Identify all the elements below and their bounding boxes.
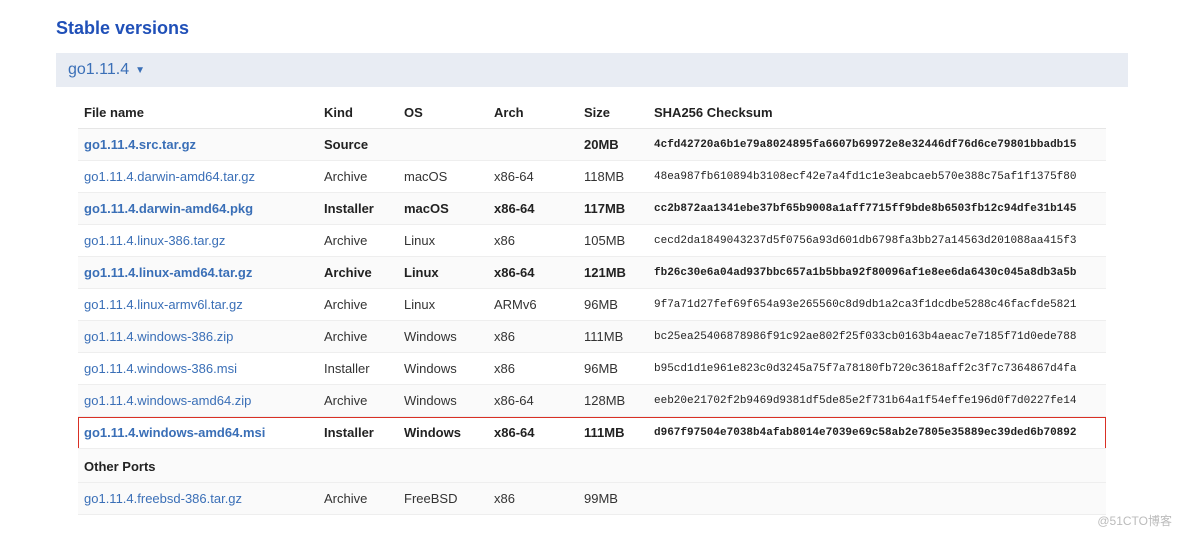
cell-size: 128MB — [578, 385, 648, 417]
cell-arch: x86 — [488, 483, 578, 515]
cell-kind: Installer — [318, 417, 398, 449]
file-link[interactable]: go1.11.4.linux-armv6l.tar.gz — [84, 297, 243, 312]
table-row: go1.11.4.darwin-amd64.tar.gz ArchivemacOS… — [78, 161, 1106, 193]
col-size: Size — [578, 97, 648, 129]
table-row: go1.11.4.linux-amd64.tar.gz ArchiveLinuxx… — [78, 257, 1106, 289]
cell-checksum: b95cd1d1e961e823c0d3245a75f7a78180fb720c… — [648, 353, 1106, 385]
file-link[interactable]: go1.11.4.src.tar.gz — [84, 137, 196, 152]
cell-kind: Archive — [318, 385, 398, 417]
cell-checksum: bc25ea25406878986f91c92ae802f25f033cb016… — [648, 321, 1106, 353]
cell-arch: x86 — [488, 321, 578, 353]
file-link[interactable]: go1.11.4.freebsd-386.tar.gz — [84, 491, 242, 506]
cell-kind: Installer — [318, 353, 398, 385]
cell-size: 96MB — [578, 289, 648, 321]
cell-size: 105MB — [578, 225, 648, 257]
cell-size: 20MB — [578, 129, 648, 161]
version-selector[interactable]: go1.11.4 ▼ — [56, 53, 1128, 87]
cell-kind: Installer — [318, 193, 398, 225]
cell-checksum: d967f97504e7038b4afab8014e7039e69c58ab2e… — [648, 417, 1106, 449]
file-link[interactable]: go1.11.4.windows-amd64.zip — [84, 393, 251, 408]
file-link[interactable]: go1.11.4.darwin-amd64.tar.gz — [84, 169, 255, 184]
stable-versions-heading: Stable versions — [56, 18, 1128, 39]
other-ports-subhead: Other Ports — [78, 449, 1106, 483]
cell-arch: x86-64 — [488, 193, 578, 225]
cell-checksum: 48ea987fb610894b3108ecf42e7a4fd1c1e3eabc… — [648, 161, 1106, 193]
cell-arch: x86-64 — [488, 417, 578, 449]
file-link[interactable]: go1.11.4.windows-386.msi — [84, 361, 237, 376]
cell-checksum: eeb20e21702f2b9469d9381df5de85e2f731b64a… — [648, 385, 1106, 417]
cell-checksum: 9f7a71d27fef69f654a93e265560c8d9db1a2ca3… — [648, 289, 1106, 321]
cell-os: Linux — [398, 225, 488, 257]
cell-arch: x86-64 — [488, 257, 578, 289]
file-link[interactable]: go1.11.4.windows-386.zip — [84, 329, 233, 344]
table-header-row: File name Kind OS Arch Size SHA256 Check… — [78, 97, 1106, 129]
cell-size: 117MB — [578, 193, 648, 225]
other-ports-label: Other Ports — [78, 449, 1106, 483]
table-row: go1.11.4.windows-386.zip ArchiveWindowsx8… — [78, 321, 1106, 353]
table-row: go1.11.4.windows-amd64.zip ArchiveWindows… — [78, 385, 1106, 417]
cell-arch: ARMv6 — [488, 289, 578, 321]
table-row: go1.11.4.darwin-amd64.pkg InstallermacOSx… — [78, 193, 1106, 225]
cell-os: Windows — [398, 417, 488, 449]
cell-size: 111MB — [578, 417, 648, 449]
cell-os: Windows — [398, 385, 488, 417]
cell-size: 111MB — [578, 321, 648, 353]
version-selector-label: go1.11.4 — [68, 61, 129, 79]
table-row: go1.11.4.freebsd-386.tar.gz ArchiveFreeBS… — [78, 483, 1106, 515]
cell-arch — [488, 129, 578, 161]
file-link[interactable]: go1.11.4.linux-386.tar.gz — [84, 233, 225, 248]
cell-checksum: fb26c30e6a04ad937bbc657a1b5bba92f80096af… — [648, 257, 1106, 289]
cell-os: Linux — [398, 257, 488, 289]
cell-kind: Archive — [318, 225, 398, 257]
downloads-table: File name Kind OS Arch Size SHA256 Check… — [78, 97, 1106, 515]
cell-checksum: 4cfd42720a6b1e79a8024895fa6607b69972e8e3… — [648, 129, 1106, 161]
table-row: go1.11.4.linux-armv6l.tar.gz ArchiveLinux… — [78, 289, 1106, 321]
cell-os: Windows — [398, 321, 488, 353]
col-file: File name — [78, 97, 318, 129]
col-chk: SHA256 Checksum — [648, 97, 1106, 129]
file-link[interactable]: go1.11.4.darwin-amd64.pkg — [84, 201, 253, 216]
col-arch: Arch — [488, 97, 578, 129]
cell-kind: Source — [318, 129, 398, 161]
table-row: go1.11.4.windows-amd64.msi InstallerWindo… — [78, 417, 1106, 449]
cell-size: 96MB — [578, 353, 648, 385]
cell-os: Linux — [398, 289, 488, 321]
table-row: go1.11.4.linux-386.tar.gz ArchiveLinuxx86… — [78, 225, 1106, 257]
file-link[interactable]: go1.11.4.windows-amd64.msi — [84, 425, 265, 440]
table-row: go1.11.4.src.tar.gz Source 20MB4cfd42720a6… — [78, 129, 1106, 161]
col-os: OS — [398, 97, 488, 129]
table-row: go1.11.4.windows-386.msi InstallerWindows… — [78, 353, 1106, 385]
cell-kind: Archive — [318, 321, 398, 353]
cell-checksum: cecd2da1849043237d5f0756a93d601db6798fa3… — [648, 225, 1106, 257]
cell-size: 99MB — [578, 483, 648, 515]
cell-arch: x86 — [488, 353, 578, 385]
col-kind: Kind — [318, 97, 398, 129]
cell-checksum — [648, 483, 1106, 515]
cell-os: Windows — [398, 353, 488, 385]
cell-arch: x86-64 — [488, 385, 578, 417]
chevron-down-icon: ▼ — [135, 65, 145, 76]
cell-size: 118MB — [578, 161, 648, 193]
cell-os: macOS — [398, 193, 488, 225]
cell-os: macOS — [398, 161, 488, 193]
cell-checksum: cc2b872aa1341ebe37bf65b9008a1aff7715ff9b… — [648, 193, 1106, 225]
cell-kind: Archive — [318, 289, 398, 321]
cell-os — [398, 129, 488, 161]
file-link[interactable]: go1.11.4.linux-amd64.tar.gz — [84, 265, 252, 280]
cell-arch: x86 — [488, 225, 578, 257]
cell-size: 121MB — [578, 257, 648, 289]
cell-kind: Archive — [318, 161, 398, 193]
cell-kind: Archive — [318, 483, 398, 515]
cell-arch: x86-64 — [488, 161, 578, 193]
cell-os: FreeBSD — [398, 483, 488, 515]
cell-kind: Archive — [318, 257, 398, 289]
